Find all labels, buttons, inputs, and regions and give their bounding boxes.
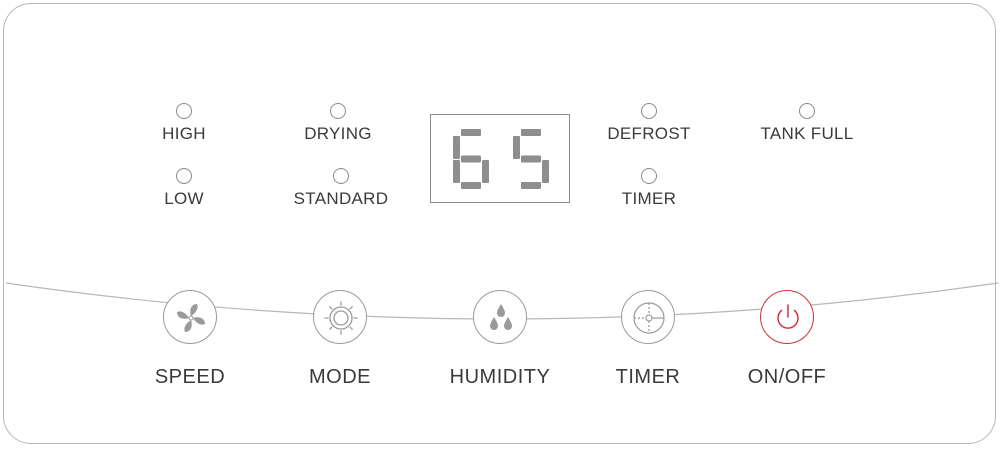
- indicator-defrost: DEFROST: [579, 103, 719, 144]
- indicator-timer-label: TIMER: [621, 189, 677, 208]
- segment-0-c: [482, 160, 489, 183]
- power-icon: [777, 304, 799, 329]
- on-off-label: ON/OFF: [747, 366, 827, 388]
- droplets-icon: [490, 304, 512, 330]
- indicator-defrost-label: DEFROST: [607, 124, 691, 143]
- humidity-control: HUMIDITY: [440, 290, 560, 388]
- timer-icon: [633, 302, 665, 334]
- led-standard: [333, 168, 349, 184]
- humidity-display: 65: [430, 114, 570, 203]
- indicator-high-label: HIGH: [162, 124, 206, 143]
- led-drying: [330, 103, 346, 119]
- speed-button[interactable]: [163, 290, 217, 344]
- indicator-standard: STANDARD: [271, 168, 411, 209]
- gear-icon: [324, 301, 358, 335]
- indicator-tank-full-label: TANK FULL: [760, 124, 854, 143]
- mode-control: MODE: [280, 290, 400, 388]
- segment-0-g: [461, 155, 481, 163]
- indicator-standard-label: STANDARD: [293, 189, 389, 208]
- led-timer: [641, 168, 657, 184]
- indicator-timer: TIMER: [579, 168, 719, 209]
- power-control: ON/OFF: [727, 290, 847, 388]
- led-low: [176, 168, 192, 184]
- segment-1-g: [521, 155, 541, 163]
- segment-1-d: [521, 182, 541, 189]
- on-off-button[interactable]: [760, 290, 814, 344]
- segment-1-a: [521, 129, 541, 136]
- indicator-drying-label: DRYING: [304, 124, 372, 143]
- fan-icon: [177, 304, 205, 332]
- segment-0-a: [461, 129, 481, 136]
- timer-label: TIMER: [615, 366, 681, 388]
- timer-button[interactable]: [621, 290, 675, 344]
- indicator-tank-full: TANK FULL: [737, 103, 877, 144]
- segment-1-c: [542, 160, 549, 183]
- speed-label: SPEED: [154, 366, 226, 388]
- indicator-low-label: LOW: [164, 189, 204, 208]
- indicator-drying: DRYING: [268, 103, 408, 144]
- led-tank-full: [799, 103, 815, 119]
- segment-0-d: [461, 182, 481, 189]
- led-high: [176, 103, 192, 119]
- mode-button[interactable]: [313, 290, 367, 344]
- segment-0-f: [453, 136, 460, 159]
- indicator-low: LOW: [114, 168, 254, 209]
- humidity-label: HUMIDITY: [449, 366, 551, 388]
- led-defrost: [641, 103, 657, 119]
- timer-control: TIMER: [588, 290, 708, 388]
- speed-control: SPEED: [130, 290, 250, 388]
- seven-segment-readout: [453, 129, 549, 189]
- indicator-high: HIGH: [114, 103, 254, 144]
- segment-0-e: [453, 160, 460, 183]
- humidity-button[interactable]: [473, 290, 527, 344]
- mode-label: MODE: [309, 366, 371, 388]
- segment-1-f: [513, 136, 520, 159]
